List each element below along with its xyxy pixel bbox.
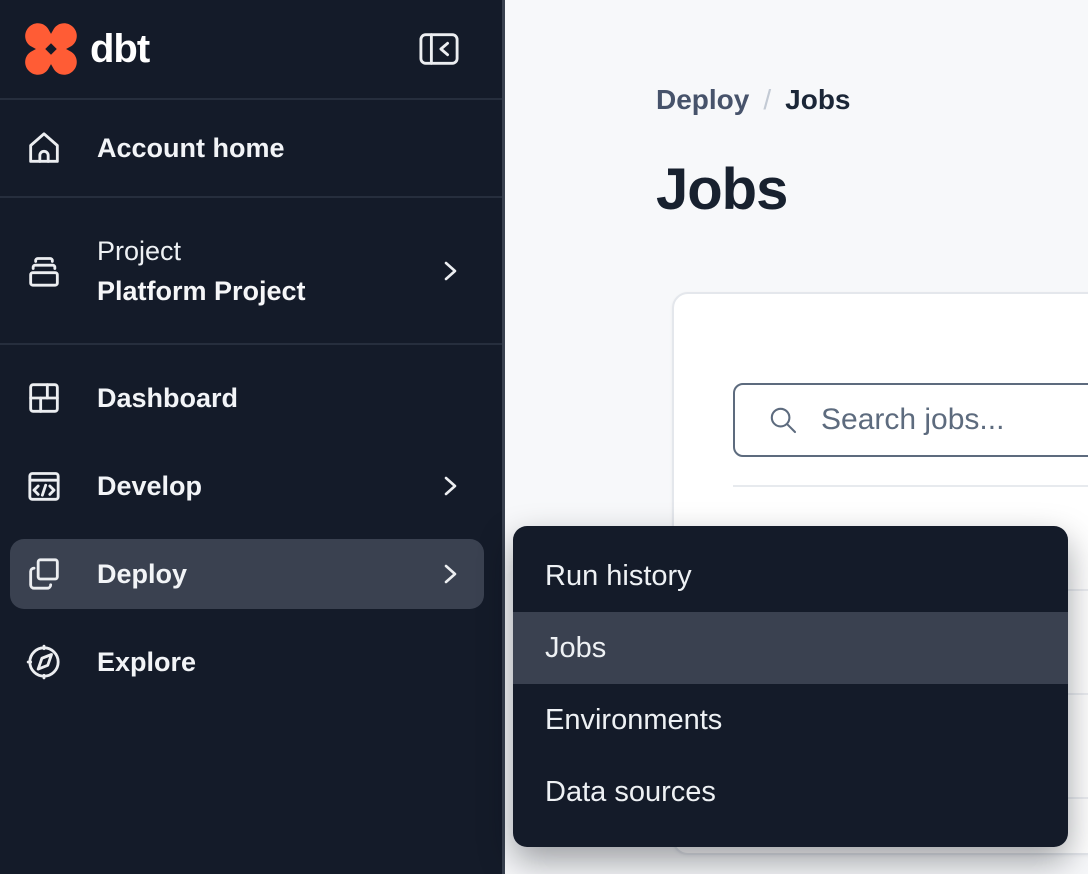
code-window-icon: [24, 466, 64, 506]
menu-item-data-sources[interactable]: Data sources: [513, 756, 1068, 828]
chevron-right-icon: [436, 560, 464, 588]
collapse-sidebar-icon[interactable]: [416, 29, 462, 69]
compass-icon: [24, 642, 64, 682]
menu-item-environments[interactable]: Environments: [513, 684, 1068, 756]
breadcrumb-current: Jobs: [785, 84, 850, 116]
project-stack-icon: [24, 251, 64, 291]
page-title: Jobs: [656, 156, 787, 223]
project-name: Platform Project: [97, 271, 306, 311]
chevron-right-icon: [436, 472, 464, 500]
sidebar-item-deploy[interactable]: Deploy: [10, 539, 484, 609]
menu-item-run-history[interactable]: Run history: [513, 540, 1068, 612]
menu-item-jobs[interactable]: Jobs: [513, 612, 1068, 684]
home-icon: [24, 128, 64, 168]
sidebar-item-explore[interactable]: Explore: [10, 618, 484, 706]
search-input[interactable]: [821, 403, 1088, 437]
overlapping-squares-icon: [24, 554, 64, 594]
sidebar-item-project[interactable]: Project Platform Project: [0, 198, 502, 345]
sidebar-item-develop[interactable]: Develop: [10, 442, 484, 530]
sidebar-item-label: Account home: [97, 133, 285, 164]
sidebar-item-project-labels: Project Platform Project: [97, 231, 306, 311]
sidebar: dbt Account home Project Platform Projec…: [0, 0, 505, 874]
project-label: Project: [97, 231, 306, 271]
sidebar-item-label: Develop: [97, 471, 202, 502]
sidebar-item-label: Deploy: [97, 559, 187, 590]
sidebar-item-dashboard[interactable]: Dashboard: [10, 354, 484, 442]
dbt-logo-icon: [22, 20, 80, 78]
deploy-flyout-menu: Run history Jobs Environments Data sourc…: [513, 526, 1068, 847]
chevron-right-icon: [436, 257, 464, 285]
dashboard-grid-icon: [24, 378, 64, 418]
sidebar-nav: Dashboard Develop Deploy: [0, 345, 502, 706]
sidebar-item-label: Dashboard: [97, 383, 238, 414]
breadcrumb-deploy-link[interactable]: Deploy: [656, 84, 749, 116]
search-box[interactable]: [733, 383, 1088, 457]
breadcrumb-separator: /: [749, 84, 785, 116]
dbt-logo-wordmark: dbt: [90, 27, 149, 72]
sidebar-item-label: Explore: [97, 647, 196, 678]
search-icon: [767, 404, 799, 436]
sidebar-item-account-home[interactable]: Account home: [0, 100, 502, 198]
sidebar-header: dbt: [0, 0, 502, 100]
breadcrumb: Deploy / Jobs: [656, 84, 851, 116]
